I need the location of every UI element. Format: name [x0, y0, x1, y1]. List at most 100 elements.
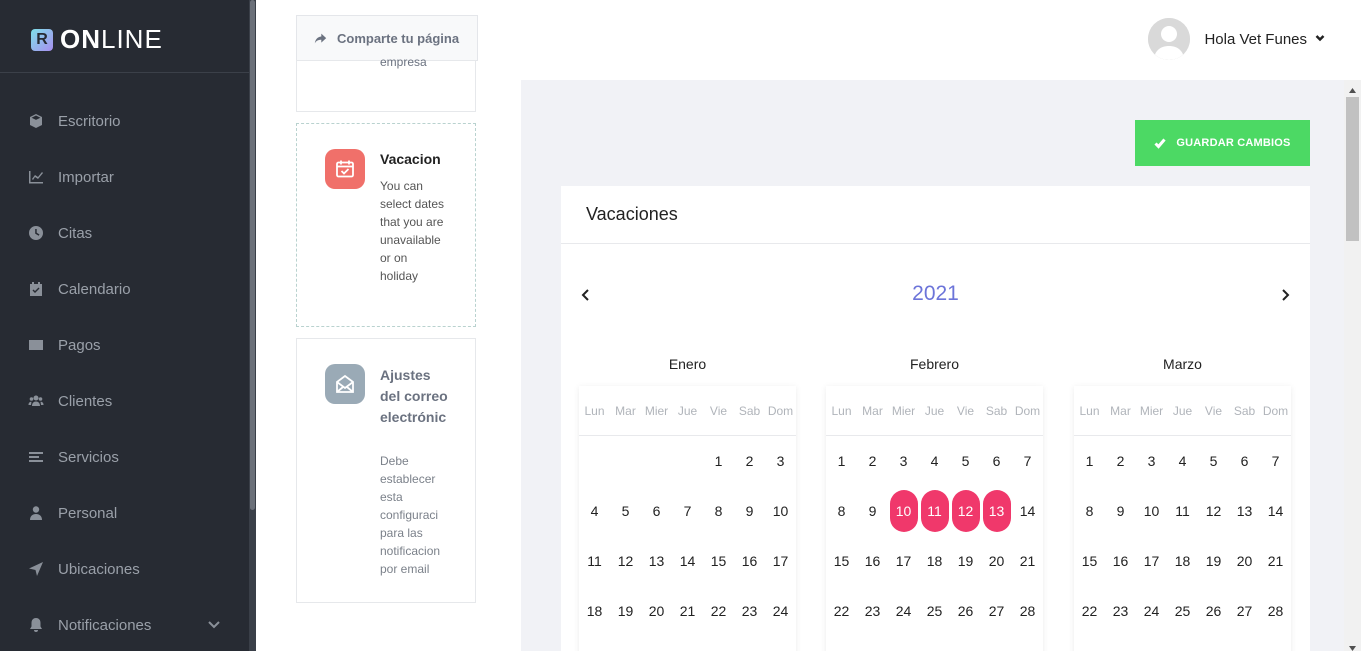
- calendar-day[interactable]: 7: [672, 486, 703, 536]
- sidebar-scrollbar[interactable]: [249, 0, 256, 651]
- calendar-day[interactable]: 10: [1136, 486, 1167, 536]
- calendar-day[interactable]: 22: [1074, 586, 1105, 636]
- chevron-down-icon[interactable]: [207, 617, 221, 631]
- chevron-left-icon[interactable]: [579, 288, 593, 302]
- calendar-day[interactable]: 23: [1105, 586, 1136, 636]
- calendar-day[interactable]: 11: [1167, 486, 1198, 536]
- calendar-day[interactable]: 1: [1074, 436, 1105, 486]
- sidebar-item-servicios[interactable]: Servicios: [0, 429, 249, 485]
- calendar-day[interactable]: 25: [919, 586, 950, 636]
- sidebar-item-escritorio[interactable]: Escritorio: [0, 93, 249, 149]
- calendar-day[interactable]: 21: [1260, 536, 1291, 586]
- calendar-day[interactable]: 2: [857, 436, 888, 486]
- calendar-day[interactable]: 4: [919, 436, 950, 486]
- sidebar-scrollbar-thumb[interactable]: [250, 0, 255, 510]
- main-scrollbar[interactable]: [1344, 80, 1361, 651]
- settings-card-email[interactable]: Ajustes del correo electrónic Debe estab…: [296, 338, 476, 603]
- settings-card-vacation[interactable]: Vacacion You can select dates that you a…: [296, 123, 476, 327]
- app-logo[interactable]: R ONLINE: [31, 24, 163, 55]
- calendar-day[interactable]: 26: [1198, 586, 1229, 636]
- calendar-day[interactable]: 12: [610, 536, 641, 586]
- calendar-day[interactable]: 27: [1229, 586, 1260, 636]
- calendar-day[interactable]: 17: [1136, 536, 1167, 586]
- calendar-day[interactable]: 27: [981, 586, 1012, 636]
- calendar-day[interactable]: 14: [1260, 486, 1291, 536]
- calendar-day[interactable]: 8: [1074, 486, 1105, 536]
- scroll-down-arrow-icon[interactable]: [1348, 640, 1357, 651]
- calendar-day[interactable]: 13: [641, 536, 672, 586]
- calendar-day[interactable]: 6: [1229, 436, 1260, 486]
- calendar-day[interactable]: 6: [981, 436, 1012, 486]
- calendar-day-selected[interactable]: 12: [950, 486, 981, 536]
- sidebar-item-pagos[interactable]: Pagos: [0, 317, 249, 373]
- calendar-day[interactable]: 16: [857, 536, 888, 586]
- calendar-day[interactable]: 14: [1012, 486, 1043, 536]
- calendar-day[interactable]: 20: [981, 536, 1012, 586]
- calendar-day[interactable]: 10: [765, 486, 796, 536]
- sidebar-item-notificaciones[interactable]: Notificaciones: [0, 597, 249, 651]
- sidebar-item-calendario[interactable]: Calendario: [0, 261, 249, 317]
- sidebar-item-importar[interactable]: Importar: [0, 149, 249, 205]
- calendar-day[interactable]: 15: [703, 536, 734, 586]
- save-changes-button[interactable]: GUARDAR CAMBIOS: [1135, 120, 1310, 166]
- calendar-day[interactable]: 3: [765, 436, 796, 486]
- calendar-day[interactable]: 21: [1012, 536, 1043, 586]
- calendar-day[interactable]: 5: [950, 436, 981, 486]
- calendar-day[interactable]: 19: [950, 536, 981, 586]
- calendar-day[interactable]: 9: [857, 486, 888, 536]
- calendar-day[interactable]: 18: [1167, 536, 1198, 586]
- calendar-day-selected[interactable]: 13: [981, 486, 1012, 536]
- calendar-day[interactable]: 20: [1229, 536, 1260, 586]
- user-menu[interactable]: Hola Vet Funes: [1148, 18, 1325, 60]
- calendar-day[interactable]: 14: [672, 536, 703, 586]
- calendar-day[interactable]: 1: [703, 436, 734, 486]
- calendar-day[interactable]: 4: [1167, 436, 1198, 486]
- calendar-day[interactable]: 5: [1198, 436, 1229, 486]
- calendar-day-selected[interactable]: 10: [888, 486, 919, 536]
- calendar-day[interactable]: 17: [888, 536, 919, 586]
- settings-card-company[interactable]: empresa: [296, 55, 476, 112]
- calendar-day[interactable]: 17: [765, 536, 796, 586]
- calendar-day[interactable]: 28: [1012, 586, 1043, 636]
- sidebar-item-clientes[interactable]: Clientes: [0, 373, 249, 429]
- calendar-day[interactable]: 24: [1136, 586, 1167, 636]
- calendar-day[interactable]: 1: [826, 436, 857, 486]
- calendar-day[interactable]: 15: [826, 536, 857, 586]
- calendar-day[interactable]: 22: [703, 586, 734, 636]
- calendar-day[interactable]: 18: [919, 536, 950, 586]
- calendar-day[interactable]: 2: [1105, 436, 1136, 486]
- calendar-day[interactable]: 23: [857, 586, 888, 636]
- calendar-day[interactable]: 5: [610, 486, 641, 536]
- calendar-day[interactable]: 3: [1136, 436, 1167, 486]
- calendar-day[interactable]: 9: [734, 486, 765, 536]
- calendar-day[interactable]: 25: [1167, 586, 1198, 636]
- sidebar-item-personal[interactable]: Personal: [0, 485, 249, 541]
- calendar-day[interactable]: 9: [1105, 486, 1136, 536]
- calendar-day[interactable]: 28: [1260, 586, 1291, 636]
- calendar-day[interactable]: 24: [888, 586, 919, 636]
- calendar-day[interactable]: 8: [703, 486, 734, 536]
- calendar-day[interactable]: 7: [1260, 436, 1291, 486]
- scroll-up-arrow-icon[interactable]: [1348, 82, 1357, 93]
- calendar-day[interactable]: 2: [734, 436, 765, 486]
- main-scrollbar-thumb[interactable]: [1346, 97, 1359, 241]
- calendar-day[interactable]: 19: [1198, 536, 1229, 586]
- chevron-right-icon[interactable]: [1278, 288, 1292, 302]
- calendar-day-selected[interactable]: 11: [919, 486, 950, 536]
- calendar-day[interactable]: 12: [1198, 486, 1229, 536]
- calendar-day[interactable]: 16: [734, 536, 765, 586]
- calendar-day[interactable]: 24: [765, 586, 796, 636]
- calendar-day[interactable]: 22: [826, 586, 857, 636]
- calendar-day[interactable]: 18: [579, 586, 610, 636]
- calendar-day[interactable]: 7: [1012, 436, 1043, 486]
- calendar-day[interactable]: 26: [950, 586, 981, 636]
- sidebar-item-citas[interactable]: Citas: [0, 205, 249, 261]
- sidebar-item-ubicaciones[interactable]: Ubicaciones: [0, 541, 249, 597]
- calendar-day[interactable]: 13: [1229, 486, 1260, 536]
- calendar-day[interactable]: 19: [610, 586, 641, 636]
- calendar-day[interactable]: 23: [734, 586, 765, 636]
- calendar-day[interactable]: 6: [641, 486, 672, 536]
- calendar-day[interactable]: 3: [888, 436, 919, 486]
- calendar-day[interactable]: 20: [641, 586, 672, 636]
- calendar-day[interactable]: 15: [1074, 536, 1105, 586]
